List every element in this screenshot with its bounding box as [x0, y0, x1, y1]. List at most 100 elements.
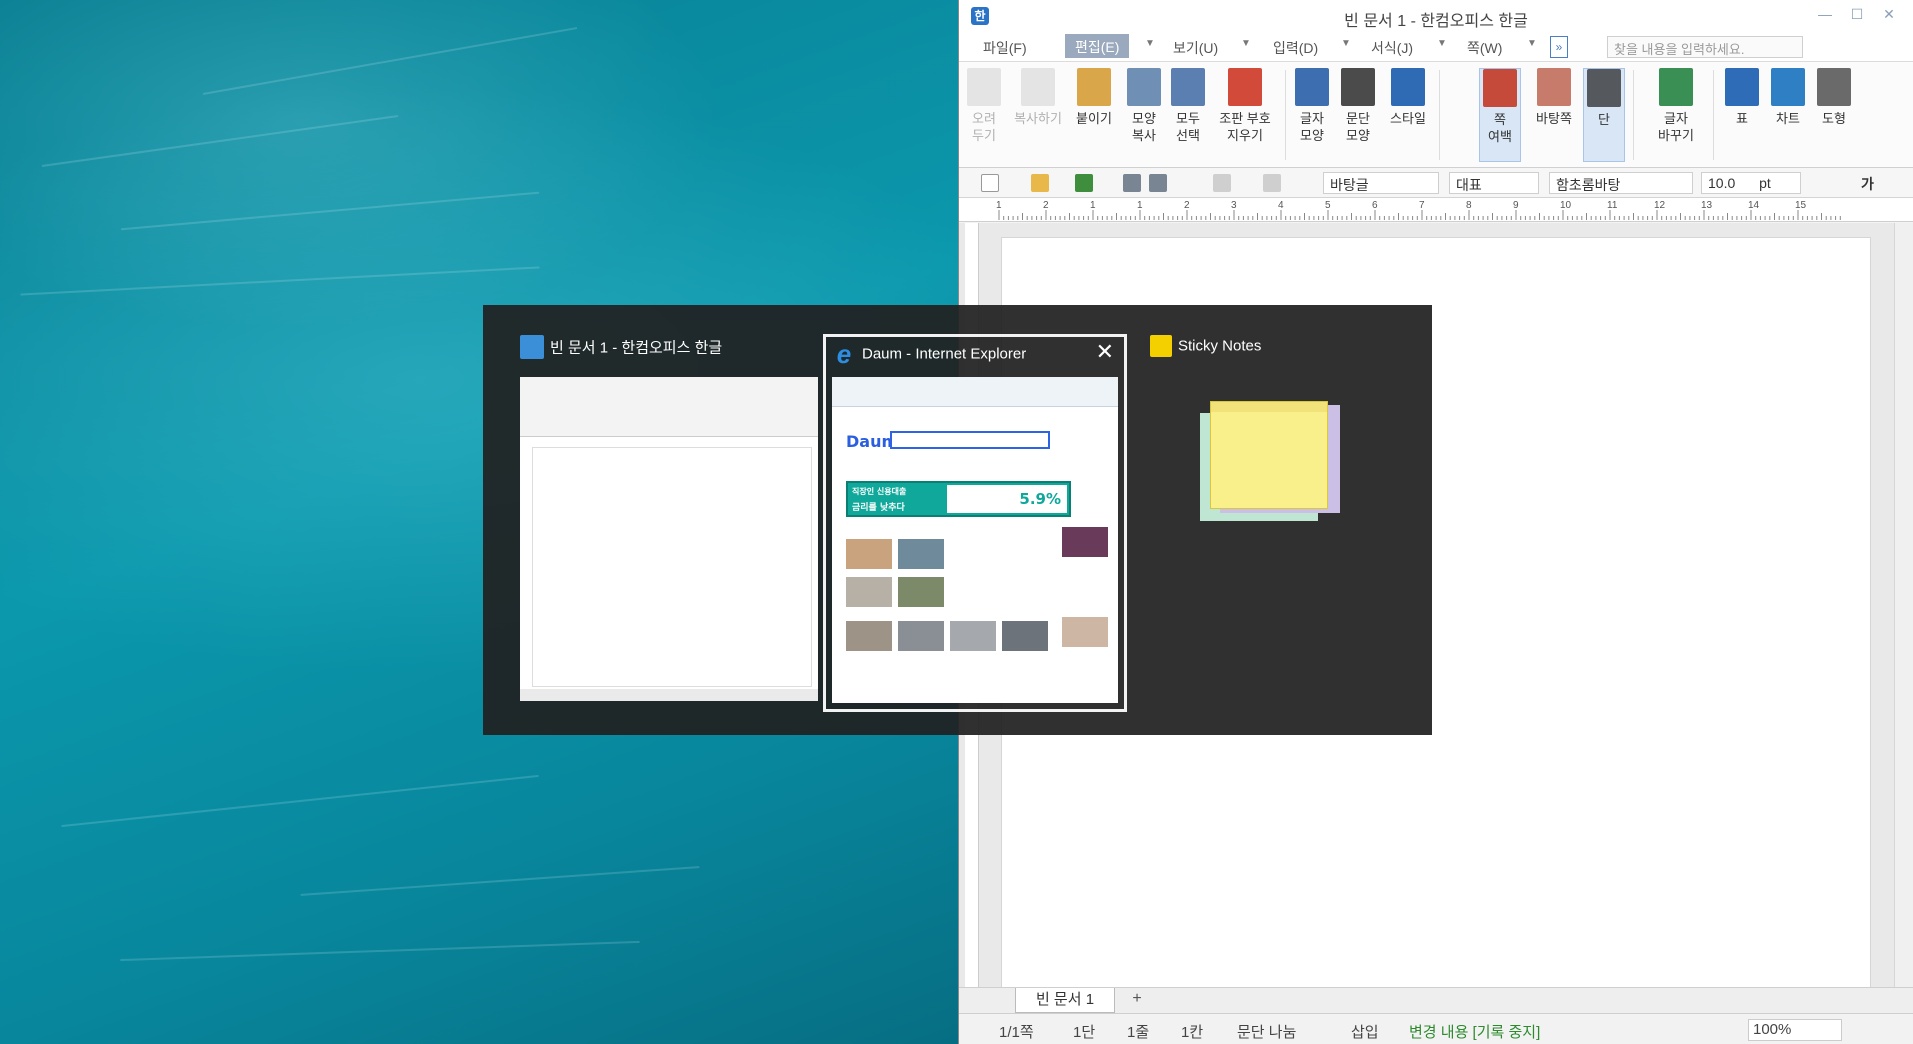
ribbon-shape-button[interactable]: 도형	[1815, 68, 1853, 127]
bold-button[interactable]: 가	[1855, 172, 1887, 194]
page-margin-icon	[1483, 69, 1517, 107]
print-preview-icon[interactable]	[1149, 174, 1167, 192]
ribbon-paste-button[interactable]: 붙이기	[1071, 68, 1117, 127]
ribbon-char-replace-button[interactable]: 글자 바꾸기	[1647, 68, 1705, 144]
window-title: 빈 문서 1 - 한컴오피스 한글	[1344, 13, 1528, 30]
ruler-number: 2	[1184, 200, 1190, 211]
ribbon-separator	[1285, 70, 1286, 160]
ad-banner: 직장인 신용대출 금리를 낮추다 5.9%	[846, 481, 1071, 517]
switcher-item-title: Daum - Internet Explorer	[862, 345, 1027, 363]
vertical-scrollbar[interactable]	[1894, 223, 1913, 987]
ie-icon: e	[836, 339, 852, 369]
menu-edit-caret-icon[interactable]: ▼	[1145, 38, 1155, 49]
ribbon-clear-codes-button[interactable]: 조판 부호 지우기	[1213, 68, 1277, 144]
maximize-icon[interactable]: ☐	[1845, 6, 1869, 26]
ruler-number: 10	[1560, 200, 1572, 211]
search-input[interactable]: 찾을 내용을 입력하세요.	[1607, 36, 1803, 58]
ribbon-chart-button[interactable]: 차트	[1769, 68, 1807, 127]
ribbon-page-margin-button[interactable]: 쪽 여백	[1479, 68, 1521, 162]
switcher-item-sticky-notes[interactable]: Sticky Notes	[1150, 335, 1390, 675]
menu-format-caret-icon[interactable]: ▼	[1437, 38, 1447, 49]
font-size-value: 10.0	[1708, 175, 1736, 191]
ruler-number: 8	[1466, 200, 1472, 211]
close-icon[interactable]: ✕	[1096, 342, 1114, 364]
ribbon-char-shape-button[interactable]: 글자 모양	[1293, 68, 1331, 144]
select-all-icon	[1171, 68, 1205, 106]
ruler-number: 15	[1795, 200, 1807, 211]
ie-thumbnail: Daum 직장인 신용대출 금리를 낮추다 5.9%	[832, 377, 1118, 703]
ribbon-select-all-button[interactable]: 모두 선택	[1169, 68, 1207, 144]
ruler-number: 6	[1372, 200, 1378, 211]
font-size-select[interactable]: 10.0 pt	[1701, 172, 1801, 194]
print-icon[interactable]	[1123, 174, 1141, 192]
menu-more-icon[interactable]: »	[1550, 36, 1568, 58]
title-bar[interactable]: 한 빈 문서 1 - 한컴오피스 한글 — ☐ ✕	[959, 0, 1913, 32]
ribbon-format-painter-button[interactable]: 모양 복사	[1125, 68, 1163, 144]
format-painter-icon	[1127, 68, 1161, 106]
ribbon-table-button[interactable]: 표	[1723, 68, 1761, 127]
status-insert-mode[interactable]: 삽입	[1351, 1021, 1379, 1042]
daum-search-box	[890, 431, 1050, 449]
document-tab-bar: 빈 문서 1 +	[959, 987, 1913, 1013]
menu-file[interactable]: 파일(F)	[983, 38, 1027, 58]
ruler-number: 5	[1325, 200, 1331, 211]
ruler-number: 4	[1278, 200, 1284, 211]
font-lang-select[interactable]: 대표	[1449, 172, 1539, 194]
minimize-icon[interactable]: —	[1813, 6, 1837, 26]
char-replace-icon	[1659, 68, 1693, 106]
new-doc-icon[interactable]	[981, 174, 999, 192]
ruler-number: 3	[1231, 200, 1237, 211]
menu-edit[interactable]: 편집(E)	[1065, 34, 1130, 58]
switcher-item-title: Sticky Notes	[1178, 337, 1262, 355]
horizontal-ruler[interactable]: 1 2 1 1 2 3 4 5 6 7 8 9 10 11 12 13 14 15	[959, 198, 1913, 222]
close-icon[interactable]: ✕	[1877, 6, 1901, 26]
ribbon-copy-button[interactable]: 복사하기	[1009, 68, 1067, 127]
ribbon-style-button[interactable]: 스타일	[1383, 68, 1433, 127]
redo-icon[interactable]	[1263, 174, 1281, 192]
switcher-item-title: 빈 문서 1 - 한컴오피스 한글	[550, 339, 723, 357]
para-shape-icon	[1341, 68, 1375, 106]
undo-icon[interactable]	[1213, 174, 1231, 192]
menu-page[interactable]: 쪽(W)	[1467, 38, 1502, 58]
save-icon[interactable]	[1075, 174, 1093, 192]
switcher-item-header: Sticky Notes	[1150, 335, 1261, 365]
status-line: 1줄	[1127, 1024, 1150, 1041]
open-folder-icon[interactable]	[1031, 174, 1049, 192]
ribbon-separator	[1713, 70, 1714, 160]
menu-bar: 파일(F) 편집(E) ▼ 보기(U) ▼ 입력(D) ▼ 서식(J) ▼ 쪽(…	[959, 32, 1913, 62]
zoom-select[interactable]: 100%	[1748, 1019, 1842, 1041]
shape-icon	[1817, 68, 1851, 106]
font-size-unit: pt	[1759, 175, 1771, 191]
menu-format[interactable]: 서식(J)	[1371, 38, 1413, 58]
columns-icon	[1587, 69, 1621, 107]
menu-view-caret-icon[interactable]: ▼	[1241, 38, 1251, 49]
ruler-number: 2	[1043, 200, 1049, 211]
ribbon-master-page-button[interactable]: 바탕쪽	[1529, 68, 1579, 127]
ribbon-para-shape-button[interactable]: 문단 모양	[1339, 68, 1377, 144]
sticky-notes-icon	[1150, 335, 1172, 357]
style-select[interactable]: 바탕글	[1323, 172, 1439, 194]
menu-page-caret-icon[interactable]: ▼	[1527, 38, 1537, 49]
switcher-item-header: 빈 문서 1 - 한컴오피스 한글	[520, 335, 722, 365]
tab-document-1[interactable]: 빈 문서 1	[1015, 988, 1115, 1013]
status-track-changes[interactable]: 변경 내용 [기록 중지]	[1409, 1021, 1540, 1042]
menu-insert-caret-icon[interactable]: ▼	[1341, 38, 1351, 49]
clear-codes-icon	[1228, 68, 1262, 106]
ribbon-cut-button[interactable]: 오려 두기	[965, 68, 1003, 144]
font-select[interactable]: 함초롬바탕	[1549, 172, 1693, 194]
scissors-icon	[967, 68, 1001, 106]
menu-view[interactable]: 보기(U)	[1173, 38, 1218, 58]
menu-insert[interactable]: 입력(D)	[1273, 38, 1318, 58]
ruler-number: 7	[1419, 200, 1425, 211]
switcher-item-ie[interactable]: e Daum - Internet Explorer ✕ Daum 직장인 신용대…	[823, 334, 1127, 712]
add-tab-button[interactable]: +	[1125, 990, 1149, 1012]
copy-icon	[1021, 68, 1055, 106]
status-section: 1단	[1073, 1024, 1096, 1041]
switcher-item-hangul[interactable]: 빈 문서 1 - 한컴오피스 한글	[520, 335, 818, 701]
status-page: 1/1쪽	[999, 1024, 1034, 1041]
table-icon	[1725, 68, 1759, 106]
ruler-number: 11	[1607, 200, 1618, 211]
ruler-number: 12	[1654, 200, 1666, 211]
ruler-number: 1	[1090, 200, 1096, 211]
ribbon-columns-button[interactable]: 단	[1583, 68, 1625, 162]
